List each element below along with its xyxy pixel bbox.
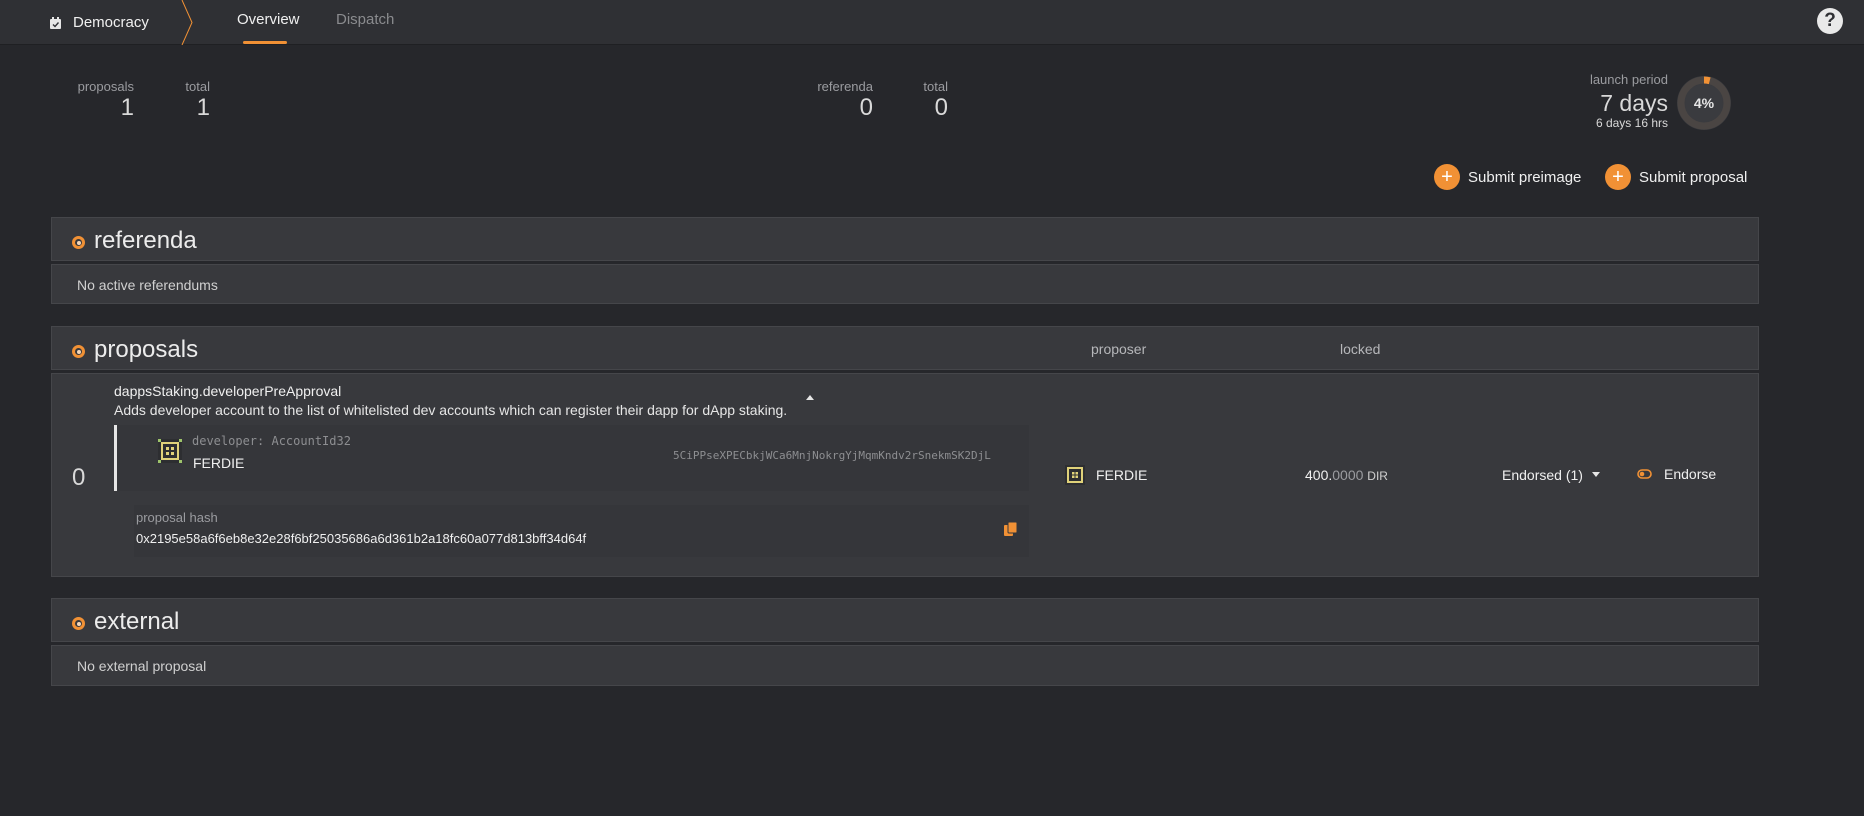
submit-proposal-label: Submit proposal <box>1639 168 1748 186</box>
caret-down-icon <box>1591 472 1600 477</box>
submit-preimage-label: Submit preimage <box>1468 168 1582 186</box>
proposal-index: 0 <box>72 464 86 491</box>
referenda-label: referenda <box>817 79 873 94</box>
referenda-empty-text: No active referendums <box>77 277 218 293</box>
proposal-hash-label: proposal hash <box>136 510 218 525</box>
tab-overview[interactable]: Overview <box>237 0 300 45</box>
referenda-total-label: total <box>923 79 948 94</box>
referenda-total-count: 0 <box>934 94 948 121</box>
locked-amount: 400.0000 DIR <box>1305 467 1388 483</box>
proposals-count: 1 <box>120 94 134 121</box>
app-section-label: Democracy <box>73 14 149 31</box>
endorsed-dropdown[interactable]: Endorsed (1) <box>1502 467 1601 483</box>
proposals-total-label: total <box>185 79 210 94</box>
launch-period-remaining: 6 days 16 hrs <box>1595 116 1668 130</box>
summary-proposals-total: total 1 <box>160 79 210 122</box>
locked-amount-integer: 400. <box>1305 467 1333 483</box>
plus-icon: + <box>1434 164 1460 190</box>
param-account-name: FERDIE <box>193 455 245 471</box>
referenda-title: referenda <box>94 227 197 254</box>
proposal-row: 0 dappsStaking.developerPreApproval Adds… <box>51 373 1759 577</box>
locked-amount-decimals: 0000 <box>1332 467 1364 483</box>
external-body: No external proposal <box>51 645 1759 686</box>
tab-active-indicator <box>243 41 287 44</box>
toggle-icon <box>1637 469 1652 479</box>
proposal-hash-box: proposal hash 0x2195e58a6f6eb8e32e28f6bf… <box>134 505 1029 557</box>
section-ring-icon <box>72 617 85 630</box>
caret-up-icon[interactable] <box>805 394 815 400</box>
section-ring-icon <box>72 236 85 249</box>
proposer-name[interactable]: FERDIE <box>1096 467 1147 483</box>
identicon-icon <box>158 439 182 463</box>
endorsed-label: Endorsed (1) <box>1502 467 1583 483</box>
app-section-democracy[interactable]: Democracy <box>50 0 149 45</box>
copy-icon[interactable] <box>1004 522 1018 536</box>
submit-proposal-button[interactable]: + Submit proposal <box>1605 163 1747 191</box>
launch-progress-gauge: 4% <box>1677 76 1731 130</box>
proposal-call-name: dappsStaking.developerPreApproval <box>114 383 342 399</box>
param-label: developer: AccountId32 <box>192 434 351 448</box>
summary-proposals: proposals 1 <box>64 79 134 122</box>
summary-referenda: referenda 0 <box>800 79 873 122</box>
proposer-identicon-icon <box>1065 465 1085 485</box>
proposal-hash-value: 0x2195e58a6f6eb8e32e28f6bf25035686a6d361… <box>136 531 587 546</box>
endorse-button[interactable]: Endorse <box>1637 466 1716 482</box>
external-empty-text: No external proposal <box>77 658 207 674</box>
proposals-header: proposals proposer locked <box>51 326 1759 370</box>
proposals-label: proposals <box>77 79 134 94</box>
column-header-proposer: proposer <box>1091 341 1147 357</box>
launch-period-label: launch period <box>1589 72 1668 87</box>
param-account-address: 5CiPPseXPECbkjWCa6MnjNokrgYjMqmKndv2rSne… <box>673 449 991 462</box>
calendar-icon <box>50 16 61 29</box>
plus-icon: + <box>1605 164 1631 190</box>
top-bar: Democracy Overview Dispatch ? <box>0 0 1864 45</box>
referenda-header: referenda <box>51 217 1759 261</box>
launch-progress-arc <box>1703 76 1711 85</box>
external-header: external <box>51 598 1759 642</box>
proposals-title: proposals <box>94 336 199 363</box>
tab-dispatch[interactable]: Dispatch <box>336 0 394 45</box>
launch-period-days: 7 days <box>1600 90 1668 116</box>
submit-preimage-button[interactable]: + Submit preimage <box>1434 163 1581 191</box>
referenda-count: 0 <box>859 94 873 121</box>
endorse-label: Endorse <box>1664 466 1717 482</box>
locked-amount-unit: DIR <box>1367 469 1388 483</box>
help-button[interactable]: ? <box>1817 8 1843 34</box>
external-title: external <box>94 608 180 635</box>
launch-percent-text: 4% <box>1694 95 1715 111</box>
summary-referenda-total: total 0 <box>900 79 948 122</box>
proposal-description: Adds developer account to the list of wh… <box>114 402 788 418</box>
proposal-param: developer: AccountId32 FERDIE 5CiPPseXPE… <box>114 425 1029 491</box>
referenda-body: No active referendums <box>51 264 1759 304</box>
column-header-locked: locked <box>1340 341 1381 357</box>
section-ring-icon <box>72 345 85 358</box>
breadcrumb-separator <box>181 0 193 45</box>
proposals-total-count: 1 <box>196 94 210 121</box>
